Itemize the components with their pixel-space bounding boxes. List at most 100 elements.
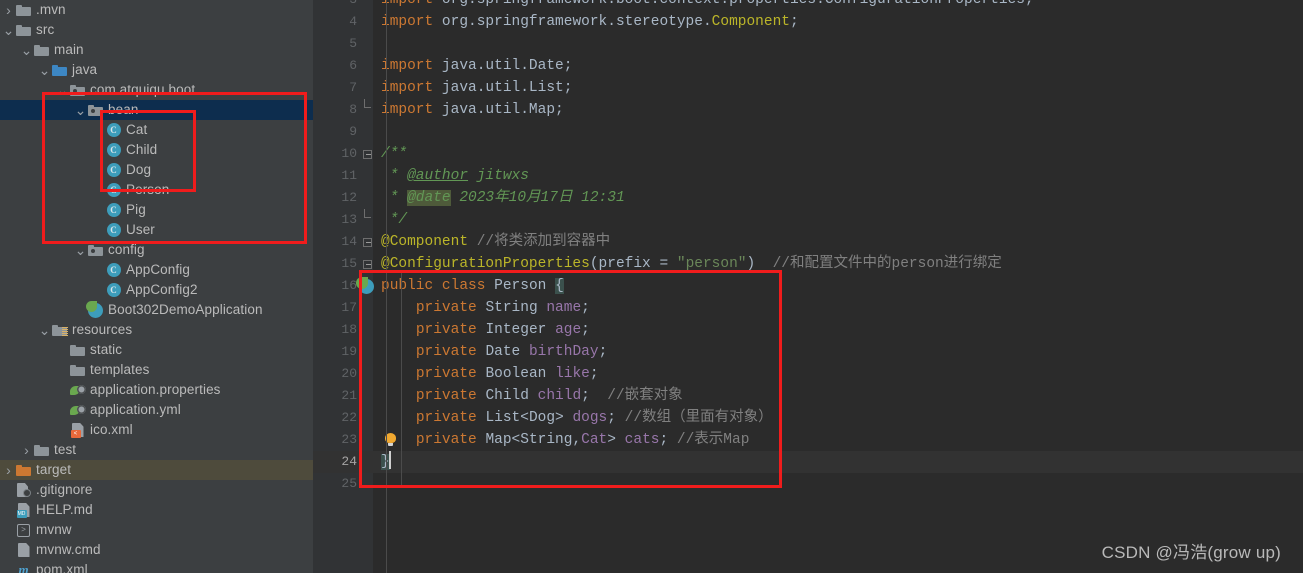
tree-item-application-properties[interactable]: application.properties bbox=[0, 380, 313, 400]
chevron-right-icon[interactable]: › bbox=[2, 460, 15, 480]
chevron-down-icon[interactable]: ⌄ bbox=[74, 100, 87, 120]
code-line-6[interactable]: 6 import java.util.Date; bbox=[313, 55, 1303, 77]
tree-item-user[interactable]: C User bbox=[0, 220, 313, 240]
code-line-text: private String name; bbox=[381, 297, 590, 319]
fold-collapse-icon[interactable] bbox=[363, 253, 372, 275]
code-line-text: import org.springframework.boot.context.… bbox=[381, 0, 1034, 11]
tree-item-mvnw-cmd[interactable]: mvnw.cmd bbox=[0, 540, 313, 560]
fold-collapse-icon[interactable] bbox=[363, 231, 372, 253]
code-line-text: import java.util.List; bbox=[381, 77, 572, 99]
tree-item-application-yml[interactable]: application.yml bbox=[0, 400, 313, 420]
code-line-16[interactable]: 16 public class Person { bbox=[313, 275, 1303, 297]
tree-item-main[interactable]: ⌄ main bbox=[0, 40, 313, 60]
chevron-down-icon[interactable]: ⌄ bbox=[20, 40, 33, 60]
package-icon bbox=[69, 80, 86, 100]
spring-bean-gutter-icon[interactable] bbox=[356, 277, 374, 294]
code-line-9[interactable]: 9 bbox=[313, 121, 1303, 143]
project-tool-window[interactable]: › .mvn ⌄ src ⌄ main ⌄ java ⌄ com.atquiqu.boot ⌄ bea… bbox=[0, 0, 313, 573]
code-token: * bbox=[381, 168, 408, 184]
editor-pane[interactable]: 3 import org.springframework.boot.context… bbox=[313, 0, 1303, 573]
code-line-19[interactable]: 19 private Date birthDay; bbox=[313, 341, 1303, 363]
code-token: ; bbox=[659, 432, 669, 448]
code-line-10[interactable]: 10 /** bbox=[313, 143, 1303, 165]
code-line-8[interactable]: 8 import java.util.Map; bbox=[313, 99, 1303, 121]
code-line-14[interactable]: 14 @Component //将类添加到容器中 bbox=[313, 231, 1303, 253]
code-token: //表示Map bbox=[668, 432, 750, 448]
code-line-text: * @author jitwxs bbox=[381, 165, 529, 187]
fold-end-icon[interactable] bbox=[363, 99, 372, 121]
tree-item--gitignore[interactable]: .gitignore bbox=[0, 480, 313, 500]
code-line-text: /** bbox=[381, 143, 407, 165]
code-line-4[interactable]: 4 import org.springframework.stereotype.C… bbox=[313, 11, 1303, 33]
code-line-3[interactable]: 3 import org.springframework.boot.context… bbox=[313, 0, 1303, 11]
line-number: 22 bbox=[341, 410, 357, 425]
tree-item-label: pom.xml bbox=[36, 562, 88, 573]
chevron-none-icon bbox=[2, 540, 15, 560]
code-line-text: * @date 2023年10月17日 12:31 bbox=[381, 187, 625, 209]
code-line-13[interactable]: 13 */ bbox=[313, 209, 1303, 231]
code-line-11[interactable]: 11 * @author jitwxs bbox=[313, 165, 1303, 187]
code-token: ; bbox=[581, 300, 590, 316]
tree-item-label: .mvn bbox=[36, 2, 66, 17]
code-line-18[interactable]: 18 private Integer age; bbox=[313, 319, 1303, 341]
code-token: 2023年10月17日 12:31 bbox=[450, 190, 625, 206]
fold-collapse-icon[interactable] bbox=[363, 143, 372, 165]
chevron-right-icon[interactable]: › bbox=[20, 440, 33, 460]
code-token: List<Dog> bbox=[485, 410, 573, 426]
tree-item-appconfig2[interactable]: C AppConfig2 bbox=[0, 280, 313, 300]
tree-item-pom-xml[interactable]: m pom.xml bbox=[0, 560, 313, 573]
code-line-22[interactable]: 22 private List<Dog> dogs; //数组（里面有对象） bbox=[313, 407, 1303, 429]
tree-item-cat[interactable]: C Cat bbox=[0, 120, 313, 140]
tree-item-appconfig[interactable]: C AppConfig bbox=[0, 260, 313, 280]
tree-item-person[interactable]: C Person bbox=[0, 180, 313, 200]
code-line-text: import java.util.Date; bbox=[381, 55, 572, 77]
code-line-25[interactable]: 25 bbox=[313, 473, 1303, 495]
resources-folder-icon bbox=[51, 320, 68, 340]
tree-item-resources[interactable]: ⌄ resources bbox=[0, 320, 313, 340]
code-token: age bbox=[555, 322, 582, 338]
code-token: private bbox=[415, 366, 486, 382]
code-token: private bbox=[415, 432, 486, 448]
tree-item-ico-xml[interactable]: < ico.xml bbox=[0, 420, 313, 440]
chevron-down-icon[interactable]: ⌄ bbox=[38, 60, 51, 80]
tree-item-com-atquiqu-boot[interactable]: ⌄ com.atquiqu.boot bbox=[0, 80, 313, 100]
tree-item-help-md[interactable]: MD HELP.md bbox=[0, 500, 313, 520]
tree-item-bean[interactable]: ⌄ bean bbox=[0, 100, 313, 120]
chevron-right-icon[interactable]: › bbox=[2, 0, 15, 20]
code-line-17[interactable]: 17 private String name; bbox=[313, 297, 1303, 319]
tree-item-mvnw[interactable]: > mvnw bbox=[0, 520, 313, 540]
code-line-24[interactable]: 24} bbox=[313, 451, 1303, 473]
chevron-down-icon[interactable]: ⌄ bbox=[2, 20, 15, 40]
tree-item--mvn[interactable]: › .mvn bbox=[0, 0, 313, 20]
line-number: 18 bbox=[341, 322, 357, 337]
code-line-text: private Child child; //嵌套对象 bbox=[381, 385, 683, 407]
code-line-7[interactable]: 7 import java.util.List; bbox=[313, 77, 1303, 99]
code-line-15[interactable]: 15 @ConfigurationProperties(prefix = "per… bbox=[313, 253, 1303, 275]
code-line-20[interactable]: 20 private Boolean like; bbox=[313, 363, 1303, 385]
tree-item-child[interactable]: C Child bbox=[0, 140, 313, 160]
tree-item-target[interactable]: › target bbox=[0, 460, 313, 480]
code-token: /** bbox=[381, 146, 408, 162]
fold-end-icon[interactable] bbox=[363, 209, 372, 231]
chevron-down-icon[interactable]: ⌄ bbox=[56, 80, 69, 100]
code-line-12[interactable]: 12 * @date 2023年10月17日 12:31 bbox=[313, 187, 1303, 209]
tree-item-pig[interactable]: C Pig bbox=[0, 200, 313, 220]
java-class-icon: C bbox=[105, 180, 122, 200]
code-line-21[interactable]: 21 private Child child; //嵌套对象 bbox=[313, 385, 1303, 407]
tree-item-dog[interactable]: C Dog bbox=[0, 160, 313, 180]
tree-item-boot302demoapplication[interactable]: Boot302DemoApplication bbox=[0, 300, 313, 320]
code-line-23[interactable]: 23 private Map<String,Cat> cats; //表示Map bbox=[313, 429, 1303, 451]
tree-item-config[interactable]: ⌄ config bbox=[0, 240, 313, 260]
tree-item-test[interactable]: › test bbox=[0, 440, 313, 460]
chevron-down-icon[interactable]: ⌄ bbox=[74, 240, 87, 260]
chevron-down-icon[interactable]: ⌄ bbox=[38, 320, 51, 340]
tree-item-static[interactable]: static bbox=[0, 340, 313, 360]
folder-icon bbox=[69, 340, 86, 360]
tree-item-src[interactable]: ⌄ src bbox=[0, 20, 313, 40]
code-line-text: private Date birthDay; bbox=[381, 341, 607, 363]
code-line-5[interactable]: 5 bbox=[313, 33, 1303, 55]
tree-item-java[interactable]: ⌄ java bbox=[0, 60, 313, 80]
chevron-none-icon bbox=[92, 260, 105, 280]
tree-item-label: java bbox=[72, 62, 98, 77]
tree-item-templates[interactable]: templates bbox=[0, 360, 313, 380]
